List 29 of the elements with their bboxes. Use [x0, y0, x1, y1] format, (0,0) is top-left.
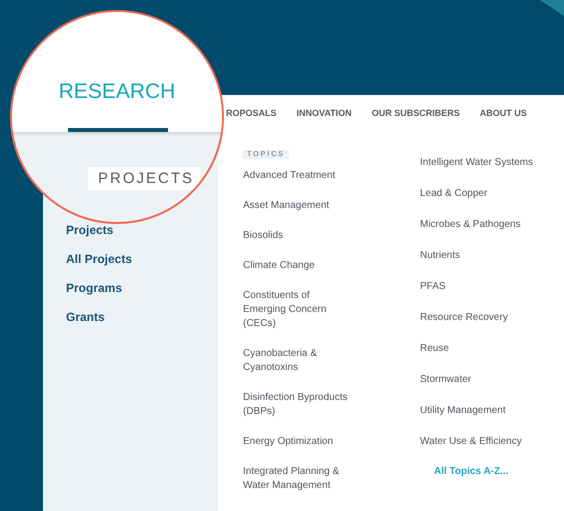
topic-link[interactable]: Utility Management	[420, 404, 540, 418]
topic-link[interactable]: Biosolids	[243, 229, 355, 243]
topic-link[interactable]: Advanced Treatment	[243, 169, 355, 183]
topic-link[interactable]: PFAS	[420, 280, 540, 294]
topic-link[interactable]: Stormwater	[420, 373, 540, 387]
sidebar-link[interactable]: All Projects	[66, 252, 218, 266]
sidebar-link[interactable]: Grants	[66, 310, 218, 324]
nav-link[interactable]: ROPOSALS	[226, 108, 277, 118]
topic-link[interactable]: Lead & Copper	[420, 187, 540, 201]
topic-link[interactable]: Energy Optimization	[243, 435, 355, 449]
sidebar-link[interactable]: Projects	[66, 223, 218, 237]
topic-link[interactable]: Reuse	[420, 342, 540, 356]
topic-link[interactable]: Intelligent Water Systems	[420, 156, 540, 170]
topic-link[interactable]: Resource Recovery	[420, 311, 540, 325]
sidebar-link[interactable]: Programs	[66, 281, 218, 295]
topic-link[interactable]: Constituents of Emerging Concern (CECs)	[243, 289, 355, 331]
topic-link[interactable]: Microbes & Pathogens	[420, 218, 540, 232]
topic-link[interactable]: Water Use & Efficiency	[420, 435, 540, 449]
section-heading: PROJECTS	[88, 167, 200, 190]
topic-link[interactable]: Climate Change	[243, 259, 355, 273]
nav-link[interactable]: INNOVATION	[296, 108, 352, 118]
topic-link[interactable]: Disinfection Byproducts (DBPs)	[243, 391, 355, 419]
nav-link[interactable]: OUR SUBSCRIBERS	[372, 108, 460, 118]
corner-stripe	[540, 0, 564, 16]
topic-link[interactable]: Integrated Planning & Water Management	[243, 465, 355, 493]
nav-link[interactable]: ABOUT US	[480, 108, 527, 118]
topic-link[interactable]: Cyanobacteria & Cyanotoxins	[243, 347, 355, 375]
topic-link[interactable]: Asset Management	[243, 199, 355, 213]
topic-link[interactable]: Nutrients	[420, 249, 540, 263]
